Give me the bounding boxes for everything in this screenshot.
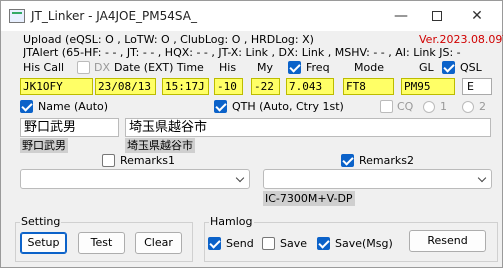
setting-group-title: Setting (20, 215, 62, 228)
freq-field[interactable]: 7.043 (286, 78, 334, 95)
freq-checkbox[interactable] (288, 61, 301, 74)
remarks2-display: IC-7300M+V-DP (263, 191, 355, 206)
title-bar[interactable]: JT_Linker - JA4JOE_PM54SA_ — ✕ (1, 1, 502, 31)
my-header: My (257, 61, 274, 74)
qth-auto-label: QTH (Auto, Ctry 1st) (232, 100, 344, 113)
mode-field[interactable]: FT8 (343, 78, 394, 95)
remarks2-checkbox[interactable] (341, 154, 354, 167)
resend-button[interactable]: Resend (409, 230, 486, 252)
send-label: Send (226, 237, 254, 250)
qth-option-2-radio[interactable] (462, 101, 474, 113)
cq-label: CQ (397, 100, 414, 113)
his-report-field[interactable]: -10 (214, 78, 243, 95)
save-msg-label: Save(Msg) (335, 237, 393, 250)
date-time-header: Date (EXT) Time (114, 61, 204, 74)
qsl-checkbox[interactable] (442, 61, 455, 74)
qth-option-1-label: 1 (440, 100, 447, 113)
freq-header: Freq (306, 61, 330, 74)
save-msg-checkbox[interactable] (317, 237, 330, 250)
cq-checkbox[interactable] (380, 100, 393, 113)
dx-label: DX (94, 61, 111, 74)
qth-auto-checkbox[interactable] (214, 100, 227, 113)
date-field[interactable]: 23/08/13 (95, 78, 156, 95)
qsl-field[interactable]: E (462, 78, 492, 95)
gl-header: GL (419, 61, 434, 74)
qth-input[interactable]: 埼玉県越谷市 (125, 118, 491, 137)
window-title: JT_Linker - JA4JOE_PM54SA_ (31, 9, 197, 23)
save-label: Save (280, 237, 308, 250)
my-report-field[interactable]: -22 (251, 78, 280, 95)
remarks1-label: Remarks1 (120, 154, 175, 167)
remarks2-label: Remarks2 (359, 154, 414, 167)
his-header: His (219, 61, 237, 74)
save-checkbox[interactable] (262, 237, 275, 250)
name-input[interactable]: 野口武男 (20, 118, 119, 137)
grid-locator-field[interactable]: PM95 (401, 78, 455, 95)
app-window: JT_Linker - JA4JOE_PM54SA_ — ✕ Upload (e… (0, 0, 503, 268)
maximize-button[interactable] (419, 1, 455, 31)
qth-option-1-radio[interactable] (423, 101, 435, 113)
test-button[interactable]: Test (78, 232, 125, 254)
remarks1-checkbox[interactable] (102, 154, 115, 167)
minimize-button[interactable]: — (383, 1, 419, 31)
qsl-header: QSL (460, 61, 482, 74)
qth-display: 埼玉県越谷市 (125, 138, 195, 153)
time-field[interactable]: 15:17J (162, 78, 209, 95)
app-icon (9, 9, 25, 23)
name-display: 野口武男 (20, 138, 68, 153)
setup-button[interactable]: Setup (20, 232, 67, 254)
maximize-icon (432, 11, 442, 21)
clear-button[interactable]: Clear (135, 232, 182, 254)
his-call-field[interactable]: JK1OFY (20, 78, 93, 95)
qth-option-2-label: 2 (479, 100, 486, 113)
chevron-down-icon (235, 173, 245, 183)
mode-header: Mode (354, 61, 384, 74)
close-button[interactable]: ✕ (459, 1, 495, 31)
name-auto-label: Name (Auto) (38, 100, 109, 113)
his-call-header: His Call (23, 61, 65, 74)
chevron-down-icon (477, 173, 487, 183)
upload-status: Upload (eQSL: O , LoTW: O , ClubLog: O ,… (23, 33, 314, 46)
send-checkbox[interactable] (208, 237, 221, 250)
remarks2-combo[interactable] (263, 169, 492, 189)
name-auto-checkbox[interactable] (20, 100, 33, 113)
version-label: Ver.2023.08.09T (419, 33, 503, 46)
hamlog-group-title: Hamlog (209, 215, 254, 228)
dx-checkbox[interactable] (77, 61, 90, 74)
jtalert-status: JTAlert (65-HF: - - , JT: - - , HQX: - -… (23, 46, 461, 59)
remarks1-combo[interactable] (20, 169, 250, 189)
